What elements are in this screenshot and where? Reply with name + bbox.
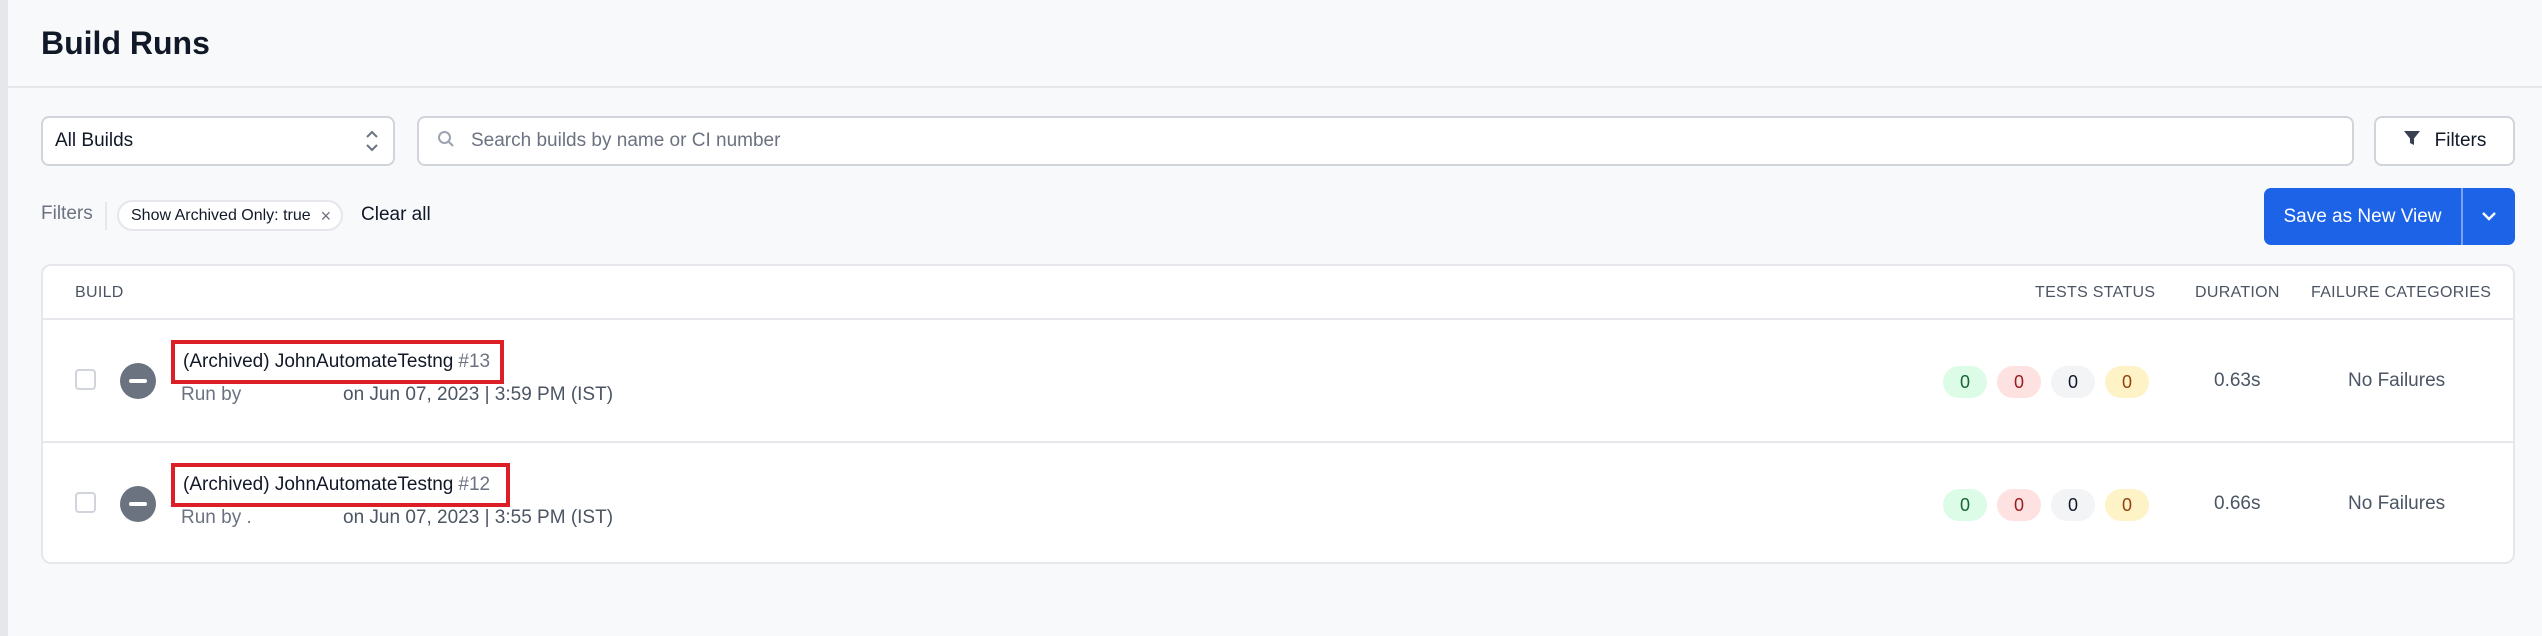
funnel-icon — [2403, 129, 2421, 153]
build-name-highlight[interactable]: (Archived) JohnAutomateTestng #12 — [171, 463, 511, 507]
tests-status: 0 0 0 0 — [1943, 489, 2149, 521]
save-as-new-view-button[interactable]: Save as New View — [2264, 188, 2461, 245]
save-view-dropdown-button[interactable] — [2461, 188, 2515, 245]
row-checkbox[interactable] — [75, 369, 96, 390]
passed-count-badge: 0 — [1943, 366, 1987, 398]
search-box[interactable] — [417, 116, 2354, 166]
filters-button[interactable]: Filters — [2374, 116, 2515, 166]
save-view-group: Save as New View — [2264, 188, 2515, 245]
filter-chip-label: Show Archived Only: true — [131, 206, 311, 224]
tests-status: 0 0 0 0 — [1943, 366, 2149, 398]
build-number: #12 — [458, 474, 491, 495]
table-row[interactable]: (Archived) JohnAutomateTestng #12 Run by… — [43, 443, 2513, 562]
search-input[interactable] — [471, 130, 2271, 152]
column-header-build: BUILD — [75, 284, 124, 301]
build-runs-page: Build Runs All Builds Filters Filters Sh… — [8, 0, 2542, 636]
filters-label: Filters — [41, 203, 93, 224]
minus-circle-icon — [120, 363, 156, 399]
table-header: BUILD TESTS STATUS DURATION FAILURE CATE… — [43, 266, 2513, 320]
filters-button-label: Filters — [2434, 130, 2487, 151]
build-duration: 0.66s — [2214, 493, 2261, 514]
column-header-duration: DURATION — [2195, 284, 2280, 301]
row-checkbox[interactable] — [75, 492, 96, 513]
run-by-label: Run by . — [181, 507, 252, 528]
skipped-count-badge: 0 — [2051, 366, 2095, 398]
skipped-count-badge: 0 — [2051, 489, 2095, 521]
build-view-select[interactable]: All Builds — [41, 116, 395, 166]
active-filters-bar: Filters Show Archived Only: true × Clear… — [41, 188, 2515, 246]
left-rule — [0, 0, 8, 636]
run-by-label: Run by — [181, 384, 242, 405]
search-icon — [437, 130, 455, 153]
toolbar: All Builds Filters — [41, 116, 2515, 166]
chevron-up-down-icon — [365, 128, 379, 154]
build-name: (Archived) JohnAutomateTestng — [183, 351, 454, 372]
build-duration: 0.63s — [2214, 370, 2261, 391]
build-date: on Jun 07, 2023 | 3:55 PM (IST) — [343, 507, 614, 528]
build-meta: Run by on Jun 07, 2023 | 3:59 PM (IST) — [181, 384, 613, 406]
column-header-failure-categories: FAILURE CATEGORIES — [2311, 284, 2492, 301]
close-icon[interactable]: × — [321, 207, 332, 225]
page-header: Build Runs — [8, 0, 2542, 88]
other-count-badge: 0 — [2105, 366, 2149, 398]
minus-circle-icon — [120, 486, 156, 522]
build-view-select-value: All Builds — [55, 130, 134, 151]
build-name: (Archived) JohnAutomateTestng — [183, 474, 454, 495]
chevron-down-icon — [2481, 208, 2497, 226]
other-count-badge: 0 — [2105, 489, 2149, 521]
clear-all-link[interactable]: Clear all — [361, 204, 431, 226]
passed-count-badge: 0 — [1943, 489, 1987, 521]
column-header-tests-status: TESTS STATUS — [2035, 284, 2156, 301]
build-number: #13 — [458, 351, 491, 372]
build-meta: Run by . on Jun 07, 2023 | 3:55 PM (IST) — [181, 507, 613, 529]
failure-categories: No Failures — [2348, 493, 2446, 514]
failed-count-badge: 0 — [1997, 366, 2041, 398]
page-title: Build Runs — [41, 24, 210, 61]
failed-count-badge: 0 — [1997, 489, 2041, 521]
table-row[interactable]: (Archived) JohnAutomateTestng #13 Run by… — [43, 320, 2513, 443]
build-runs-table: BUILD TESTS STATUS DURATION FAILURE CATE… — [41, 264, 2515, 564]
filters-divider — [105, 202, 107, 230]
failure-categories: No Failures — [2348, 370, 2446, 391]
build-date: on Jun 07, 2023 | 3:59 PM (IST) — [343, 384, 614, 405]
filter-chip-archived: Show Archived Only: true × — [117, 200, 344, 231]
build-name-highlight[interactable]: (Archived) JohnAutomateTestng #13 — [171, 340, 505, 384]
